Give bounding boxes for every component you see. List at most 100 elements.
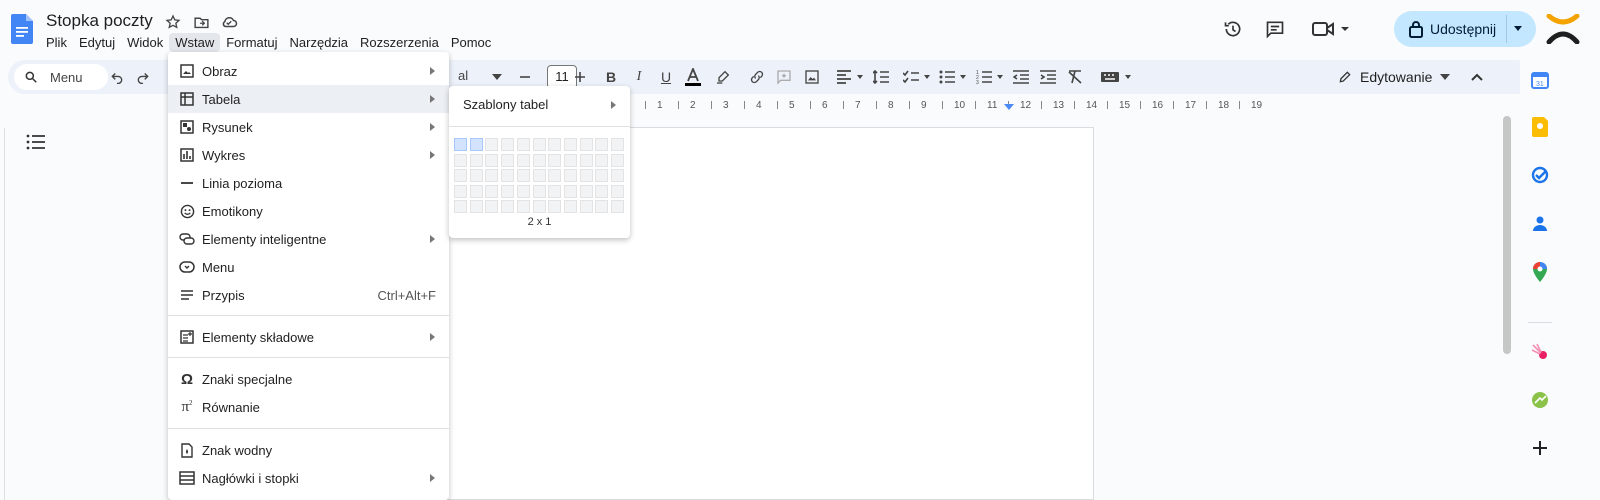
table-templates-item[interactable]: Szablony tabel <box>449 92 630 118</box>
table-grid-cell[interactable] <box>454 184 467 198</box>
table-grid-cell[interactable] <box>595 169 609 182</box>
table-grid-cell[interactable] <box>516 184 530 198</box>
comments-icon[interactable] <box>1264 18 1286 40</box>
table-grid-cell[interactable] <box>485 184 499 198</box>
keep-icon[interactable] <box>1530 117 1550 137</box>
table-grid-cell[interactable] <box>454 153 467 167</box>
menu-extensions[interactable]: Rozszerzenia <box>354 33 445 52</box>
numbered-list-icon[interactable]: 123 <box>975 68 1005 86</box>
table-grid-cell[interactable] <box>579 200 593 213</box>
highlight-color-icon[interactable] <box>714 68 732 86</box>
table-grid-cell[interactable] <box>469 153 483 167</box>
table-grid-cell[interactable] <box>579 138 593 151</box>
insert-link-icon[interactable] <box>748 68 766 86</box>
table-grid-cell[interactable] <box>501 169 515 182</box>
table-grid-cell[interactable] <box>563 184 577 198</box>
table-grid-cell[interactable] <box>532 184 546 198</box>
decrease-indent-icon[interactable] <box>1012 68 1030 86</box>
font-dropdown-chevron-icon[interactable] <box>488 68 506 86</box>
table-grid-cell[interactable] <box>469 138 483 151</box>
table-grid-cell[interactable] <box>501 200 515 213</box>
insert-menu-item[interactable]: Nagłówki i stopki <box>168 464 449 492</box>
table-grid-cell[interactable] <box>485 138 499 151</box>
menu-help[interactable]: Pomoc <box>445 33 497 52</box>
contacts-icon[interactable] <box>1530 213 1550 233</box>
table-grid-cell[interactable] <box>516 153 530 167</box>
redo-icon[interactable] <box>134 68 152 86</box>
table-grid-cell[interactable] <box>563 200 577 213</box>
bold-icon[interactable]: B <box>602 68 620 86</box>
insert-menu-item[interactable]: Rysunek <box>168 113 449 141</box>
insert-menu-item[interactable]: Emotikony <box>168 197 449 225</box>
insert-menu-item[interactable]: Wykres <box>168 141 449 169</box>
document-outline-icon[interactable] <box>26 133 46 154</box>
insert-menu-item[interactable]: Znak wodny <box>168 436 449 464</box>
table-grid-cell[interactable] <box>532 138 546 151</box>
insert-menu-item[interactable]: Elementy składowe <box>168 323 449 351</box>
get-addons-plus-icon[interactable] <box>1530 438 1550 458</box>
table-grid-cell[interactable] <box>501 153 515 167</box>
document-title[interactable]: Stopka poczty <box>46 11 153 31</box>
hide-menus-chevron-up-icon[interactable] <box>1468 68 1486 86</box>
menu-view[interactable]: Widok <box>121 33 169 52</box>
increase-indent-icon[interactable] <box>1039 68 1057 86</box>
menu-file[interactable]: Plik <box>40 33 73 52</box>
table-grid-cell[interactable] <box>532 153 546 167</box>
meet-video-icon[interactable] <box>1312 18 1352 40</box>
addon-comet-icon[interactable] <box>1530 342 1550 362</box>
vertical-scrollbar[interactable] <box>1503 116 1511 354</box>
table-grid-cell[interactable] <box>548 184 562 198</box>
table-grid-cell[interactable] <box>469 200 483 213</box>
decrease-font-size-icon[interactable] <box>516 68 534 86</box>
table-grid-cell[interactable] <box>579 153 593 167</box>
share-options-chevron-icon[interactable] <box>1514 26 1522 31</box>
insert-menu-item[interactable]: Menu <box>168 253 449 281</box>
table-grid-cell[interactable] <box>501 184 515 198</box>
menu-edit[interactable]: Edytuj <box>73 33 121 52</box>
table-grid-cell[interactable] <box>611 184 624 198</box>
table-grid-cell[interactable] <box>579 169 593 182</box>
calendar-icon[interactable]: 31 <box>1530 70 1550 90</box>
underline-icon[interactable]: U <box>657 68 675 86</box>
table-grid-cell[interactable] <box>595 138 609 151</box>
tasks-icon[interactable] <box>1530 165 1550 185</box>
add-comment-icon[interactable] <box>775 68 793 86</box>
menu-insert[interactable]: Wstaw <box>169 33 221 52</box>
table-grid-cell[interactable] <box>563 153 577 167</box>
version-history-icon[interactable] <box>1222 18 1244 40</box>
addon-globe-icon[interactable] <box>1530 390 1550 410</box>
insert-menu-item[interactable]: Obraz <box>168 57 449 85</box>
italic-icon[interactable]: I <box>630 68 648 86</box>
font-family-select[interactable]: al <box>458 68 468 83</box>
table-grid-cell[interactable] <box>611 138 624 151</box>
clear-formatting-icon[interactable] <box>1066 68 1084 86</box>
docs-logo-icon[interactable] <box>11 14 33 44</box>
table-grid-cell[interactable] <box>469 169 483 182</box>
table-grid-cell[interactable] <box>454 138 467 151</box>
bulleted-list-icon[interactable] <box>938 68 968 86</box>
table-grid-cell[interactable] <box>469 184 483 198</box>
table-grid-cell[interactable] <box>595 200 609 213</box>
table-grid-cell[interactable] <box>563 169 577 182</box>
table-grid-cell[interactable] <box>548 138 562 151</box>
align-left-icon[interactable] <box>836 68 866 86</box>
table-grid-cell[interactable] <box>454 169 467 182</box>
right-indent-marker-icon[interactable] <box>1004 104 1014 110</box>
text-color-icon[interactable] <box>684 68 702 86</box>
table-grid-cell[interactable] <box>501 138 515 151</box>
insert-menu-item[interactable]: Tabela <box>168 85 449 113</box>
table-grid-cell[interactable] <box>516 138 530 151</box>
insert-menu-item[interactable]: Przypis Ctrl+Alt+F <box>168 281 449 309</box>
maps-icon[interactable] <box>1530 262 1550 282</box>
table-grid-cell[interactable] <box>595 184 609 198</box>
table-grid-cell[interactable] <box>516 169 530 182</box>
undo-icon[interactable] <box>108 68 126 86</box>
table-grid-cell[interactable] <box>532 169 546 182</box>
menu-tools[interactable]: Narzędzia <box>284 33 355 52</box>
table-grid-cell[interactable] <box>454 200 467 213</box>
menu-search-input[interactable]: Menu <box>14 64 108 90</box>
input-tools-keyboard-icon[interactable] <box>1100 68 1134 86</box>
insert-menu-item[interactable]: Linia pozioma <box>168 169 449 197</box>
table-grid-cell[interactable] <box>611 153 624 167</box>
table-grid-cell[interactable] <box>485 169 499 182</box>
